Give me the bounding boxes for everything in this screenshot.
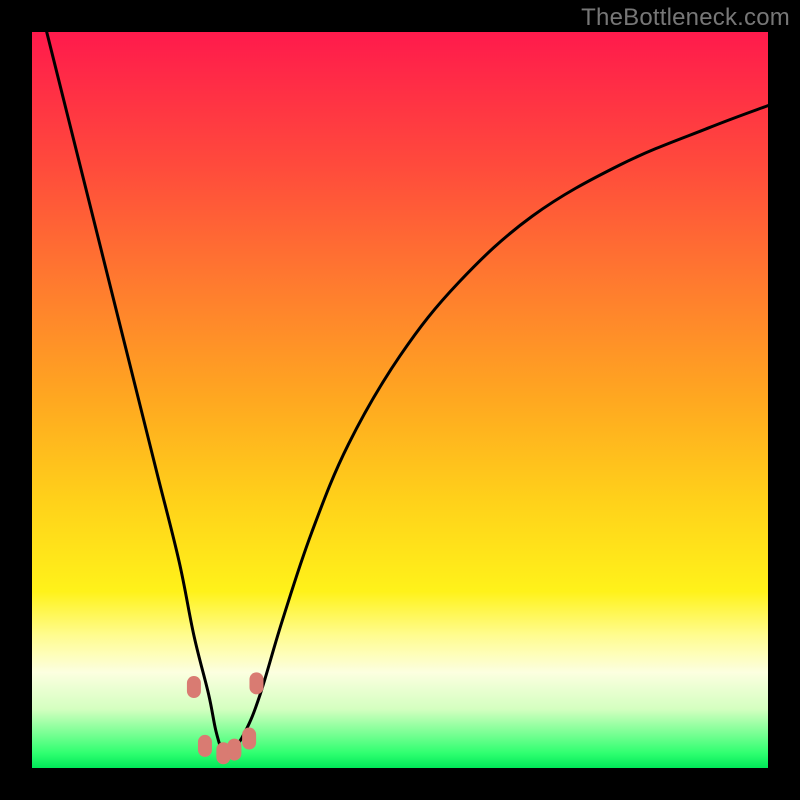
- plot-area: [32, 32, 768, 768]
- curve-marker: [227, 739, 241, 761]
- bottleneck-curve: [47, 32, 768, 756]
- curve-marker: [187, 676, 201, 698]
- curve-marker: [198, 735, 212, 757]
- curve-layer: [32, 32, 768, 768]
- curve-marker: [249, 672, 263, 694]
- curve-marker: [242, 728, 256, 750]
- chart-frame: TheBottleneck.com: [0, 0, 800, 800]
- watermark-text: TheBottleneck.com: [581, 4, 790, 32]
